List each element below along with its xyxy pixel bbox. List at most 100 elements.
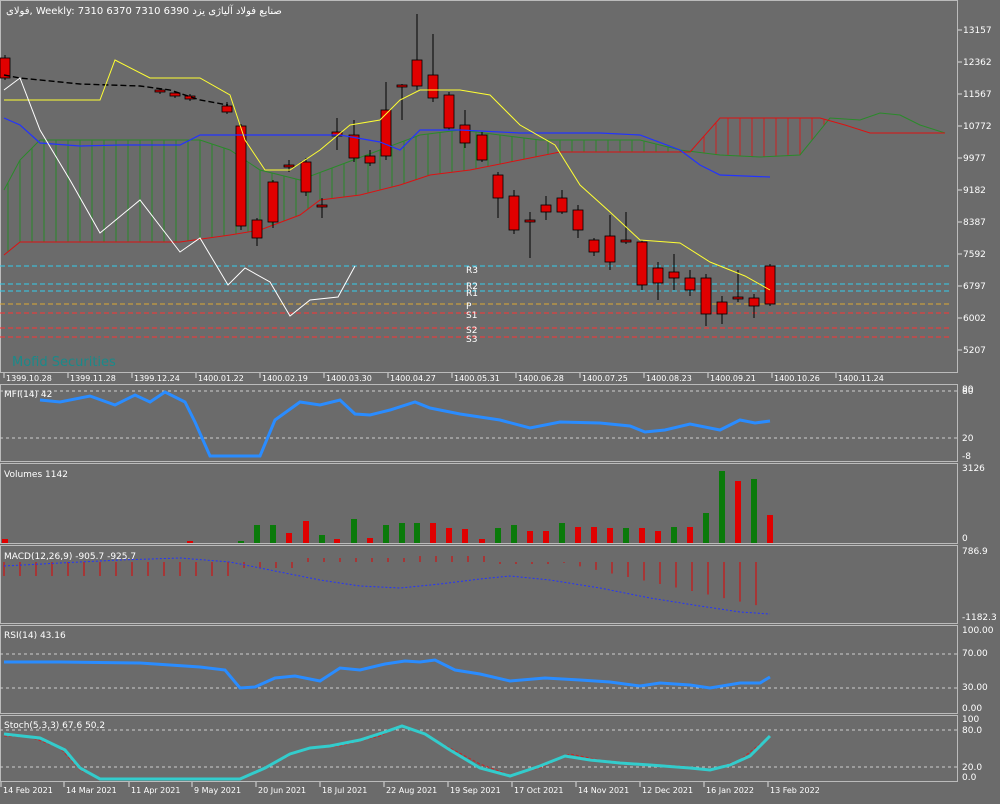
candle-body <box>396 84 408 88</box>
volume-bars: 3126 0 <box>2 464 985 544</box>
candle-body <box>427 74 439 99</box>
price-axis[interactable]: 13157 12362 11567 10772 9977 9182 8387 7592 6797… <box>958 26 992 356</box>
bottom-date-label: 9 May 2021 <box>194 786 241 795</box>
date-tick-label: 1400.09.21 <box>710 374 756 383</box>
volume-bar <box>303 521 309 543</box>
candle-body <box>636 241 648 286</box>
main-pane[interactable] <box>0 0 958 373</box>
volume-bar <box>719 471 725 543</box>
stoch-pane[interactable] <box>0 715 958 782</box>
candle-body <box>540 204 552 213</box>
bottom-date-label: 17 Oct 2021 <box>514 786 563 795</box>
candle-body <box>251 219 263 239</box>
date-tick-label: 1400.06.28 <box>518 374 564 383</box>
stoch-label: Stoch(5,3,3) 67.6 50.2 <box>4 721 105 731</box>
bottom-date-axis: 14 Feb 2021 14 Mar 2021 11 Apr 2021 9 May 2… <box>0 782 820 795</box>
volume-bar <box>462 529 468 543</box>
volume-bar <box>575 527 581 543</box>
volumes-pane[interactable] <box>0 463 958 544</box>
rsi-tick: 70.00 <box>962 649 988 659</box>
candle-body <box>572 209 584 231</box>
candle-body <box>476 134 488 161</box>
bottom-date-label: 18 Jul 2021 <box>322 786 367 795</box>
volume-bar <box>430 523 436 543</box>
bottom-date-label: 13 Feb 2022 <box>770 786 820 795</box>
rsi-tick: 100.00 <box>962 626 994 636</box>
candle-body <box>221 105 233 113</box>
volume-bar <box>591 527 597 543</box>
chikou-span <box>3 77 356 317</box>
volume-bar <box>334 539 340 543</box>
date-tick-label: 1400.07.25 <box>582 374 628 383</box>
mfi-tick: 20 <box>962 434 974 444</box>
price-tick-label: 9182 <box>963 186 986 196</box>
chart-canvas[interactable]: R3R2R1PS1S2S3 فولای, Weekly: 7310 6370 7… <box>0 0 1000 800</box>
tenkan-sen <box>4 59 771 291</box>
candle-body <box>668 271 680 279</box>
trading-terminal: R3 R2 R1 P S1 S2 S3 فولای, Weekly: 7310 6370 7… <box>0 0 1000 800</box>
volume-bar <box>767 515 773 543</box>
candle-body <box>316 204 328 208</box>
volume-bar <box>367 538 373 543</box>
candle-body <box>588 239 600 253</box>
date-tick-label: 1400.05.31 <box>454 374 500 383</box>
candle-body <box>716 301 728 315</box>
candle-body <box>154 89 166 93</box>
date-axis: 1399.10.28 1399.11.28 1399.12.24 1400.01.22… <box>3 373 884 383</box>
volume-bar <box>479 539 485 543</box>
mfi-tick: -8 <box>962 452 971 462</box>
bottom-date-label: 19 Sep 2021 <box>450 786 501 795</box>
mfi-pane[interactable] <box>0 384 958 462</box>
volume-bar <box>495 528 501 543</box>
mfi-label: MFI(14) 42 <box>4 390 52 400</box>
candle-body <box>267 181 279 223</box>
volume-bar <box>671 527 677 543</box>
date-tick-label: 1400.10.26 <box>774 374 820 383</box>
stoch-tick: 0.0 <box>962 773 977 783</box>
pivot-label: R1 <box>466 289 478 299</box>
broker-watermark: Mofid Securities <box>12 355 116 370</box>
rsi-pane[interactable] <box>0 625 958 714</box>
candle-body <box>620 239 632 243</box>
bottom-date-label: 22 Aug 2021 <box>386 786 437 795</box>
candle-body <box>748 297 760 307</box>
bottom-date-label: 11 Apr 2021 <box>131 786 180 795</box>
candle-body <box>604 235 616 263</box>
date-tick-label: 1400.04.27 <box>390 374 436 383</box>
rsi-tick: 30.00 <box>962 683 988 693</box>
macd-indicator: 786.9 -1182.3 <box>3 547 997 623</box>
bottom-date-label: 12 Dec 2021 <box>642 786 693 795</box>
stoch-main-line <box>3 724 772 781</box>
volume-bar <box>527 531 533 543</box>
price-tick-label: 10772 <box>963 122 992 132</box>
mfi-line <box>39 390 771 458</box>
candle-body <box>459 124 471 144</box>
stoch-tick: 20.0 <box>962 763 982 773</box>
volume-bar <box>2 539 8 543</box>
bottom-date-label: 20 Jun 2021 <box>258 786 306 795</box>
volume-bar <box>735 481 741 543</box>
candle-body <box>652 267 664 284</box>
volume-bar <box>187 541 193 543</box>
volume-bar <box>511 525 517 543</box>
macd-pane[interactable] <box>0 545 958 624</box>
pivot-label: S3 <box>466 335 477 345</box>
bottom-date-label: 14 Mar 2021 <box>66 786 117 795</box>
candle-body <box>300 161 312 193</box>
stoch-tick: 80.0 <box>962 726 982 736</box>
price-tick-label: 6797 <box>963 282 986 292</box>
mfi-tick: 80 <box>962 387 974 397</box>
volume-bar <box>270 525 276 543</box>
rsi-line <box>4 658 771 690</box>
bottom-date-label: 14 Nov 2021 <box>578 786 629 795</box>
candle-body <box>524 219 536 223</box>
rsi-tick: 0.00 <box>962 704 982 714</box>
price-tick-label: 6002 <box>963 314 986 324</box>
date-tick-label: 1399.12.24 <box>134 374 180 383</box>
pivot-label: R3 <box>466 266 478 276</box>
candle-body <box>508 195 520 231</box>
price-tick-label: 9977 <box>963 154 986 164</box>
volume-bar <box>351 519 357 543</box>
candle-body <box>556 197 568 213</box>
volume-tick: 0 <box>962 534 968 544</box>
